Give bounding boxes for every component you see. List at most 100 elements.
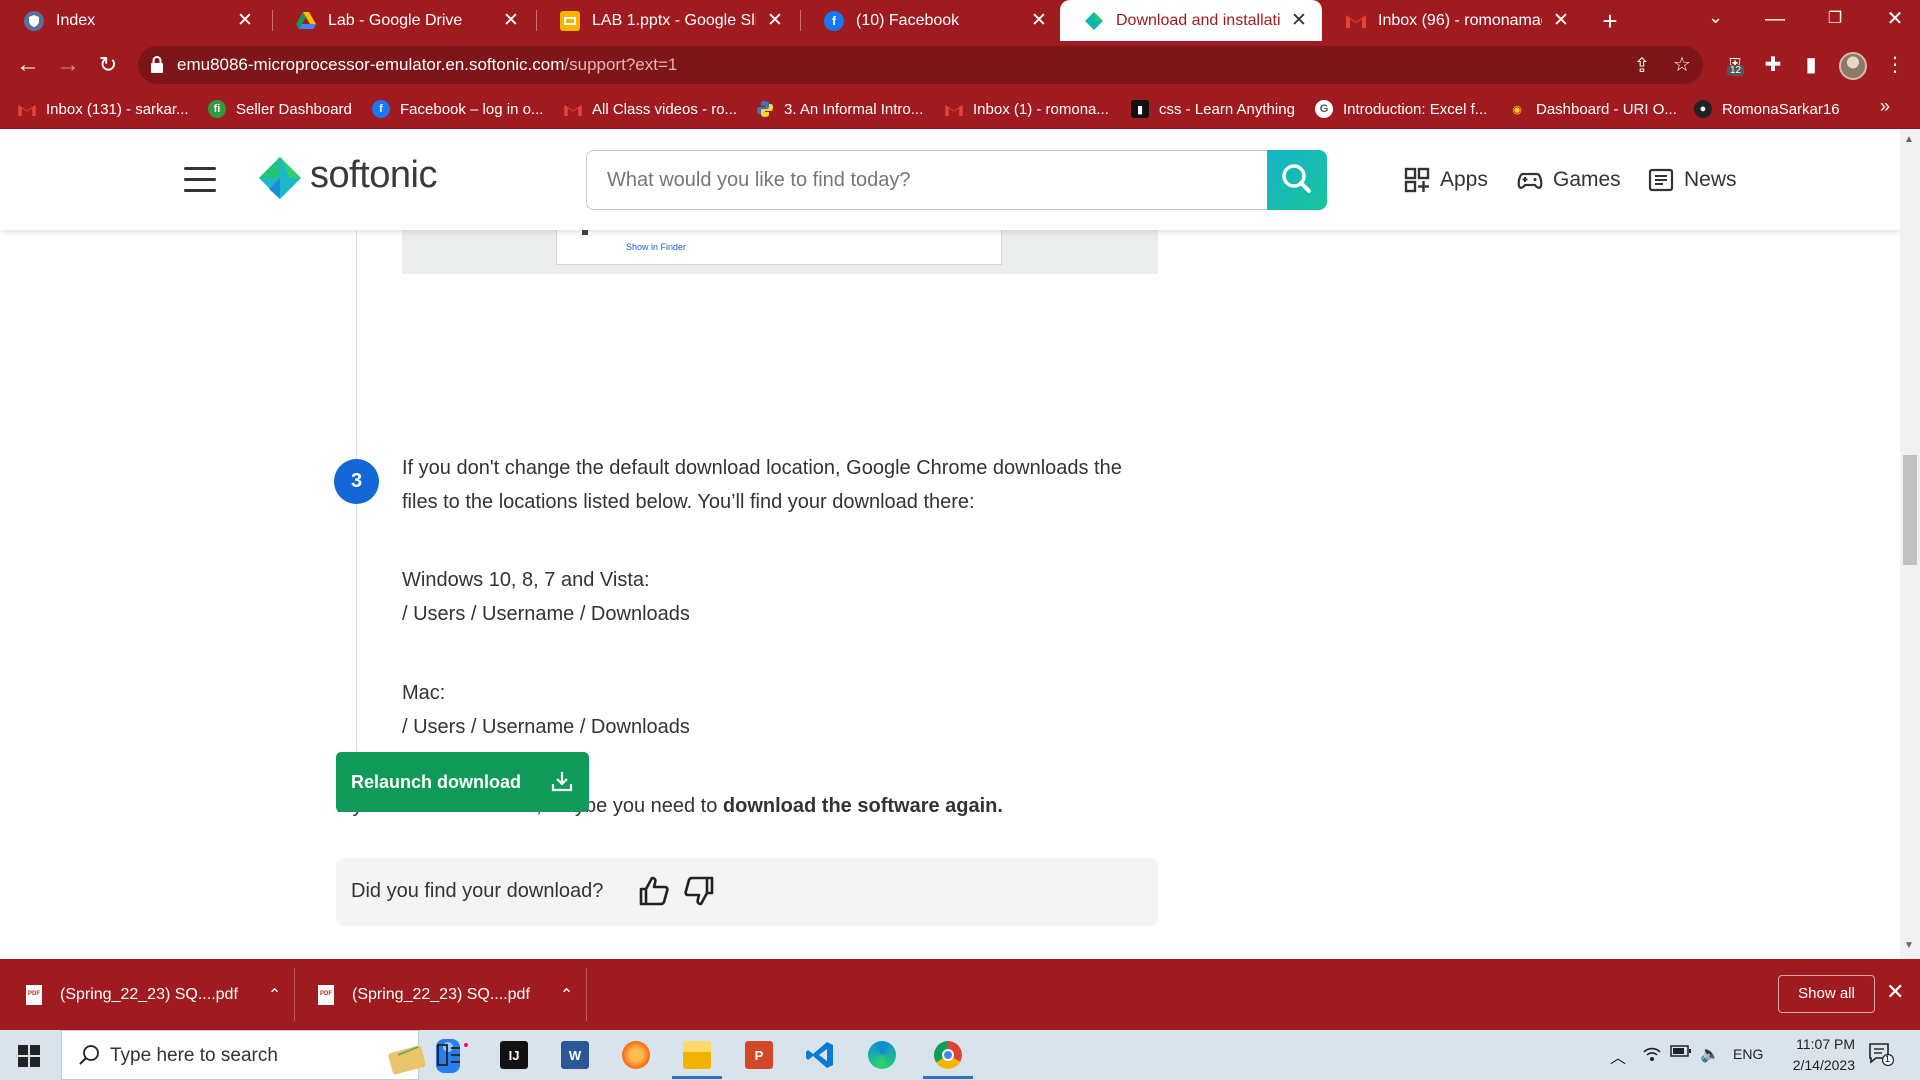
nav-games-label: Games	[1553, 168, 1621, 191]
bookmark-label: Facebook – log in o...	[400, 100, 544, 118]
python-icon	[756, 100, 774, 118]
close-icon[interactable]: ✕	[1030, 9, 1048, 32]
bookmark-item[interactable]: ▮ css - Learn Anything	[1131, 98, 1295, 120]
site-header: softonic Apps	[0, 130, 1900, 230]
puzzle-extensions-icon[interactable]: ✚	[1758, 50, 1788, 80]
restore-button[interactable]: ❐	[1805, 0, 1865, 41]
profile-avatar[interactable]	[1839, 52, 1867, 80]
intellij-icon[interactable]: IJ	[494, 1035, 534, 1075]
chevron-up-icon[interactable]: ⌃	[268, 985, 281, 1005]
bookmark-item[interactable]: All Class videos - ro...	[564, 98, 737, 120]
show-in-finder-caption: Show in Finder	[626, 242, 687, 252]
task-view-icon[interactable]	[429, 1035, 469, 1075]
relaunch-download-button[interactable]: Relaunch download	[336, 752, 589, 812]
show-all-button[interactable]: Show all	[1778, 975, 1875, 1013]
bookmark-item[interactable]: fi Seller Dashboard	[208, 98, 352, 120]
nav-news[interactable]: News	[1648, 165, 1737, 195]
google-drive-icon	[296, 11, 316, 31]
new-tab-button[interactable]: +	[1595, 6, 1625, 36]
bookmark-label: All Class videos - ro...	[592, 100, 738, 118]
bookmark-item[interactable]: Inbox (1) - romona...	[945, 98, 1109, 120]
chrome-active-indicator	[923, 1076, 973, 1079]
search-input[interactable]	[587, 151, 1267, 209]
word-icon[interactable]: W	[555, 1035, 595, 1075]
thumbs-up-icon[interactable]	[637, 874, 671, 908]
close-icon[interactable]: ✕	[502, 9, 520, 32]
close-icon[interactable]: ✕	[236, 9, 254, 32]
tab-search-chevron-icon[interactable]: ⌄	[1708, 7, 1723, 28]
file-explorer-icon[interactable]	[677, 1035, 717, 1075]
nav-apps[interactable]: Apps	[1404, 165, 1488, 195]
clock-date: 2/14/2023	[1792, 1057, 1855, 1073]
download-again-link[interactable]: download the software again.	[723, 795, 1003, 817]
speaker-icon[interactable]: 🔈	[1700, 1044, 1720, 1064]
search-button[interactable]	[1267, 150, 1327, 210]
download-shelf: (Spring_22_23) SQ....pdf ⌃ (Spring_22_23…	[0, 959, 1920, 1030]
scroll-up-arrow-icon[interactable]: ▲	[1904, 134, 1914, 145]
bookmark-item[interactable]: f Facebook – log in o...	[372, 98, 543, 120]
tab-google-drive[interactable]: Lab - Google Drive ✕	[272, 0, 534, 41]
side-panel-icon[interactable]: ▮	[1796, 50, 1826, 80]
url-text: emu8086-microprocessor-emulator.en.softo…	[177, 55, 677, 75]
bookmark-item[interactable]: 3. An Informal Intro...	[756, 98, 923, 120]
bookmark-label: Inbox (131) - sarkar...	[46, 100, 189, 118]
google-icon: G	[1315, 100, 1333, 118]
show-hidden-icons-chevron-icon[interactable]: ︿	[1610, 1044, 1626, 1068]
scroll-down-arrow-icon[interactable]: ▼	[1904, 940, 1914, 951]
tab-title: Index	[56, 11, 96, 29]
feedback-question: Did you find your download?	[351, 880, 604, 902]
download-item[interactable]: (Spring_22_23) SQ....pdf ⌃	[26, 959, 281, 1030]
bookmark-item[interactable]: ◉ Dashboard - URI O...	[1508, 98, 1677, 120]
tab-index[interactable]: Index ✕	[0, 0, 268, 41]
wifi-icon[interactable]	[1642, 1044, 1662, 1067]
menu-dots-icon[interactable]: ⋮	[1880, 50, 1910, 80]
hamburger-menu-icon[interactable]	[184, 167, 216, 193]
close-icon[interactable]: ✕	[1290, 9, 1308, 32]
bookmark-item[interactable]: G Introduction: Excel f...	[1315, 98, 1487, 120]
tab-gmail-inbox[interactable]: Inbox (96) - romonamagda ✕	[1322, 0, 1584, 41]
reload-button[interactable]: ↻	[92, 49, 124, 81]
apps-grid-icon	[1404, 167, 1430, 193]
bookmarks-overflow-icon[interactable]: »	[1880, 96, 1890, 117]
firefox-icon[interactable]	[616, 1035, 656, 1075]
chevron-up-icon[interactable]: ⌃	[560, 985, 573, 1005]
windows-start-icon[interactable]	[18, 1045, 40, 1067]
back-button[interactable]: ←	[12, 49, 44, 81]
pdf-file-icon	[26, 984, 42, 1005]
close-icon[interactable]: ✕	[1552, 9, 1570, 32]
notification-center-icon[interactable]: 1	[1868, 1042, 1895, 1067]
system-clock[interactable]: 11:07 PM 2/14/2023	[1765, 1034, 1855, 1076]
logo-text[interactable]: softonic	[310, 154, 437, 197]
close-shelf-icon[interactable]: ✕	[1886, 979, 1904, 1005]
taskbar-search-box[interactable]: Type here to search	[61, 1030, 468, 1080]
forward-button[interactable]: →	[52, 49, 84, 81]
softonic-logo-icon[interactable]	[257, 155, 303, 205]
share-icon[interactable]: ⇪	[1628, 53, 1656, 78]
minimize-button[interactable]: —	[1745, 0, 1805, 41]
tab-google-slides[interactable]: LAB 1.pptx - Google Slides ✕	[536, 0, 798, 41]
tab-facebook[interactable]: f (10) Facebook ✕	[800, 0, 1062, 41]
scrollbar-thumb[interactable]	[1903, 455, 1917, 565]
edge-icon[interactable]	[862, 1035, 902, 1075]
github-icon: ●	[1694, 100, 1712, 118]
address-bar[interactable]: emu8086-microprocessor-emulator.en.softo…	[138, 46, 1703, 84]
chrome-icon[interactable]	[928, 1035, 968, 1075]
mac-path: / Users / Username / Downloads	[402, 716, 690, 738]
bookmark-star-icon[interactable]: ☆	[1668, 52, 1696, 77]
close-icon[interactable]: ✕	[766, 9, 784, 32]
close-window-button[interactable]: ✕	[1865, 0, 1920, 41]
nav-games[interactable]: Games	[1517, 165, 1621, 195]
mac-heading: Mac:	[402, 682, 446, 704]
bookmark-item[interactable]: Inbox (131) - sarkar...	[18, 98, 189, 120]
powerpoint-icon[interactable]: P	[739, 1035, 779, 1075]
thumbs-down-icon[interactable]	[682, 874, 716, 908]
battery-icon[interactable]	[1670, 1044, 1692, 1063]
windows-taskbar: Type here to search IJ W P ︿ 🔈 ENG 11:07…	[0, 1030, 1920, 1080]
softonic-icon	[1084, 11, 1104, 31]
bookmark-item[interactable]: ● RomonaSarkar16	[1694, 98, 1840, 120]
search-box	[586, 150, 1268, 210]
tab-softonic-download[interactable]: Download and installation I ✕	[1060, 0, 1322, 41]
language-indicator[interactable]: ENG	[1733, 1046, 1763, 1062]
vscode-icon[interactable]	[800, 1035, 840, 1075]
download-item[interactable]: (Spring_22_23) SQ....pdf ⌃	[318, 959, 573, 1030]
